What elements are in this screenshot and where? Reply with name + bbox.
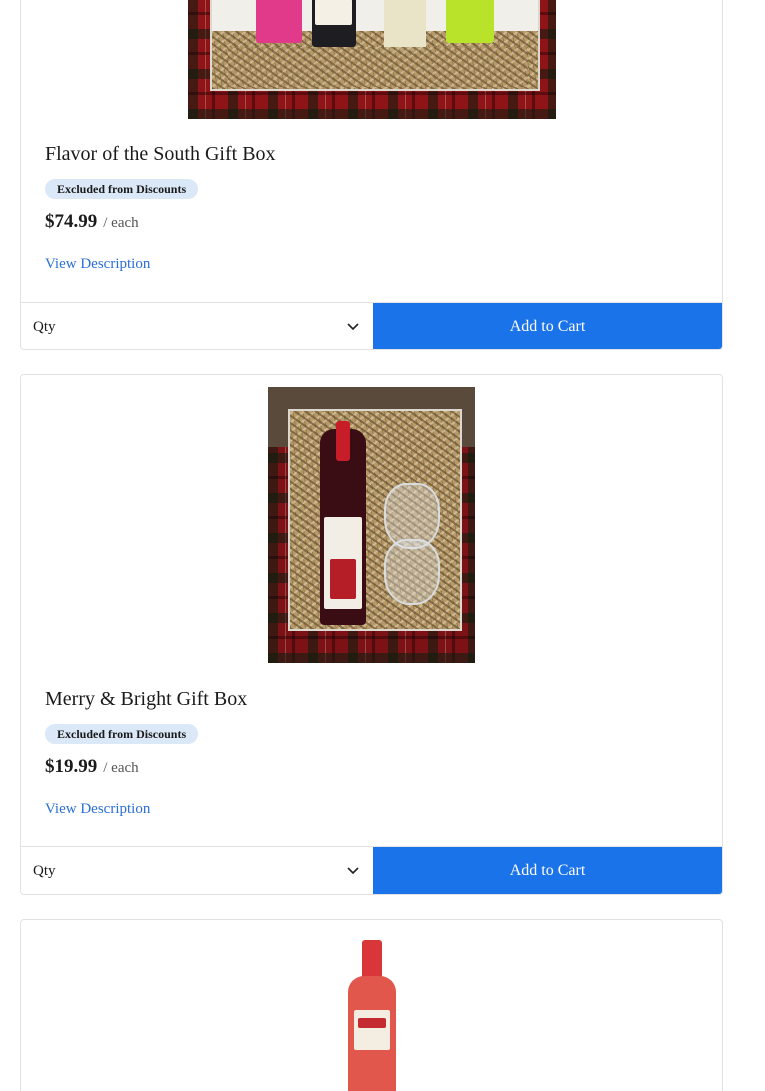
qty-select[interactable]: Qty	[21, 303, 373, 349]
product-card	[20, 919, 723, 1091]
product-card: Flavor of the South Gift Box Excluded fr…	[20, 0, 723, 350]
product-title[interactable]: Merry & Bright Gift Box	[45, 688, 247, 711]
product-image-wrap	[21, 387, 722, 663]
product-image-wrap	[21, 940, 722, 1091]
view-description-link[interactable]: View Description	[45, 801, 150, 818]
price-row: $74.99 / each	[45, 211, 139, 233]
product-image[interactable]	[332, 940, 412, 1091]
product-image[interactable]	[187, 0, 556, 119]
view-description-link[interactable]: View Description	[45, 256, 150, 273]
discount-badge: Excluded from Discounts	[45, 724, 199, 744]
add-to-cart-button[interactable]: Add to Cart	[373, 303, 722, 349]
product-image-wrap	[21, 0, 722, 119]
qty-select-value: Qty	[33, 318, 56, 335]
product-image[interactable]	[268, 387, 475, 663]
add-to-cart-button[interactable]: Add to Cart	[373, 847, 722, 894]
qty-select-value: Qty	[33, 862, 56, 879]
add-to-cart-row: Qty Add to Cart	[21, 846, 722, 894]
product-price: $74.99	[45, 211, 98, 232]
add-to-cart-row: Qty Add to Cart	[21, 302, 722, 349]
chevron-down-icon	[347, 867, 359, 875]
qty-select[interactable]: Qty	[21, 847, 373, 894]
product-price: $19.99	[45, 756, 98, 777]
product-title[interactable]: Flavor of the South Gift Box	[45, 143, 276, 166]
price-unit: / each	[103, 760, 139, 776]
price-row: $19.99 / each	[45, 756, 139, 778]
product-card: Merry & Bright Gift Box Excluded from Di…	[20, 374, 723, 895]
chevron-down-icon	[347, 323, 359, 331]
discount-badge: Excluded from Discounts	[45, 179, 199, 199]
product-list: Flavor of the South Gift Box Excluded fr…	[0, 0, 765, 1091]
price-unit: / each	[103, 215, 139, 231]
